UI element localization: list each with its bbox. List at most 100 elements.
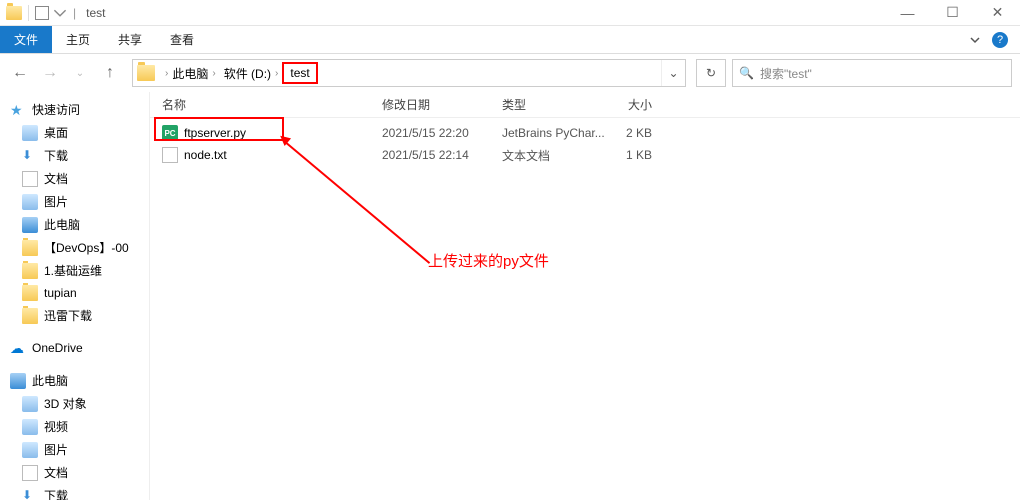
file-type: JetBrains PyChar... [502,126,612,140]
document-icon [22,171,38,187]
pictures-icon [22,194,38,210]
help-icon[interactable]: ? [992,32,1008,48]
sidebar-item-downloads[interactable]: ⬇下载 [0,144,149,167]
address-bar[interactable]: ›此电脑› 软件 (D:)› test ⌄ [132,59,686,87]
file-list: PCftpserver.py 2021/5/15 22:20 JetBrains… [150,118,1020,166]
sidebar-item-label: 此电脑 [32,372,68,389]
qat-dropdown-icon[interactable] [53,6,67,20]
folder-icon [6,6,22,20]
sidebar-item-documents2[interactable]: 文档 [0,461,149,484]
file-list-pane: 名称 修改日期 类型 大小 PCftpserver.py 2021/5/15 2… [150,92,1020,500]
folder-icon [22,285,38,301]
tab-file[interactable]: 文件 [0,26,52,53]
folder-icon [22,263,38,279]
breadcrumb[interactable]: ›此电脑› [161,65,220,82]
expand-ribbon-icon[interactable] [968,33,982,47]
window-title-text: test [86,6,105,20]
explorer-body: ★快速访问 桌面 ⬇下载 文档 图片 此电脑 【DevOps】-00 1.基础运… [0,92,1020,500]
file-name: node.txt [184,148,227,162]
pictures-icon [22,442,38,458]
maximize-button[interactable]: ☐ [930,0,975,26]
document-icon [22,465,38,481]
window-controls: — ☐ ✕ [885,0,1020,26]
breadcrumb-label: 此电脑 [172,65,208,82]
sidebar-item-label: 此电脑 [44,216,80,233]
tab-view[interactable]: 查看 [156,26,208,53]
sidebar-item-documents[interactable]: 文档 [0,167,149,190]
sidebar-item-devops[interactable]: 【DevOps】-00 [0,236,149,259]
window-title: test [86,6,105,20]
tab-share[interactable]: 共享 [104,26,156,53]
3d-icon [22,396,38,412]
pc-icon [22,217,38,233]
star-icon: ★ [10,102,26,118]
sidebar-item-label: 迅雷下载 [44,307,92,324]
sidebar-item-onedrive[interactable]: ☁OneDrive [0,337,149,359]
file-date: 2021/5/15 22:20 [382,126,502,140]
file-size: 2 KB [612,126,672,140]
close-button[interactable]: ✕ [975,0,1020,26]
sidebar-item-label: 文档 [44,464,68,481]
text-file-icon [162,147,178,163]
title-bar-divider: | [73,6,76,20]
sidebar-item-label: tupian [44,286,77,300]
quick-access-toolbar: | [0,5,78,21]
sidebar-item-pictures2[interactable]: 图片 [0,438,149,461]
navigation-pane[interactable]: ★快速访问 桌面 ⬇下载 文档 图片 此电脑 【DevOps】-00 1.基础运… [0,92,150,500]
addressbar-dropdown-icon[interactable]: ⌄ [661,60,685,86]
search-icon: 🔍 [739,66,754,80]
search-input[interactable]: 🔍 搜索"test" [732,59,1012,87]
sidebar-item-3d[interactable]: 3D 对象 [0,392,149,415]
download-icon: ⬇ [22,488,38,500]
addressbar-folder-icon [137,65,155,81]
sidebar-item-label: 文档 [44,170,68,187]
sidebar-item-label: 视频 [44,418,68,435]
video-icon [22,419,38,435]
file-row[interactable]: node.txt 2021/5/15 22:14 文本文档 1 KB [150,144,1020,166]
back-button[interactable]: ← [8,61,32,85]
file-name: ftpserver.py [184,126,246,140]
sidebar-item-label: 桌面 [44,124,68,141]
file-type: 文本文档 [502,147,612,164]
file-size: 1 KB [612,148,672,162]
minimize-button[interactable]: — [885,0,930,26]
breadcrumb[interactable]: 软件 (D:)› [220,65,283,82]
breadcrumb-current[interactable]: test [282,62,317,84]
folder-icon [22,308,38,324]
sidebar-item-label: 3D 对象 [44,395,87,412]
tab-home[interactable]: 主页 [52,26,104,53]
pc-icon [10,373,26,389]
sidebar-item-tupian[interactable]: tupian [0,282,149,304]
sidebar-item-desktop[interactable]: 桌面 [0,121,149,144]
column-header-name[interactable]: 名称 [162,96,382,113]
column-header-date[interactable]: 修改日期 [382,96,502,113]
annotation-text: 上传过来的py文件 [428,250,549,271]
sidebar-item-label: 图片 [44,193,68,210]
folder-icon [22,240,38,256]
navigation-row: ← → ⌄ ↑ ›此电脑› 软件 (D:)› test ⌄ ↻ 🔍 搜索"tes… [0,54,1020,92]
sidebar-item-xunlei[interactable]: 迅雷下载 [0,304,149,327]
sidebar-item-label: 下载 [44,147,68,164]
file-row[interactable]: PCftpserver.py 2021/5/15 22:20 JetBrains… [150,122,1020,144]
file-date: 2021/5/15 22:14 [382,148,502,162]
column-headers: 名称 修改日期 类型 大小 [150,92,1020,118]
column-header-type[interactable]: 类型 [502,96,612,113]
sidebar-item-thispc[interactable]: 此电脑 [0,213,149,236]
up-button[interactable]: ↑ [98,61,122,85]
sidebar-item-thispc-root[interactable]: 此电脑 [0,369,149,392]
history-dropdown[interactable]: ⌄ [68,61,92,85]
column-header-size[interactable]: 大小 [612,96,672,113]
separator [28,5,29,21]
sidebar-item-yunwei[interactable]: 1.基础运维 [0,259,149,282]
breadcrumb-label: test [290,66,309,80]
qat-checkbox-icon[interactable] [35,6,49,20]
sidebar-item-label: 快速访问 [32,101,80,118]
sidebar-item-pictures[interactable]: 图片 [0,190,149,213]
sidebar-item-downloads2[interactable]: ⬇下载 [0,484,149,500]
forward-button[interactable]: → [38,61,62,85]
refresh-button[interactable]: ↻ [696,59,726,87]
sidebar-item-videos[interactable]: 视频 [0,415,149,438]
desktop-icon [22,125,38,141]
sidebar-item-quick-access[interactable]: ★ 快速访问 [0,98,149,121]
sidebar-item-label: 【DevOps】-00 [44,239,129,256]
